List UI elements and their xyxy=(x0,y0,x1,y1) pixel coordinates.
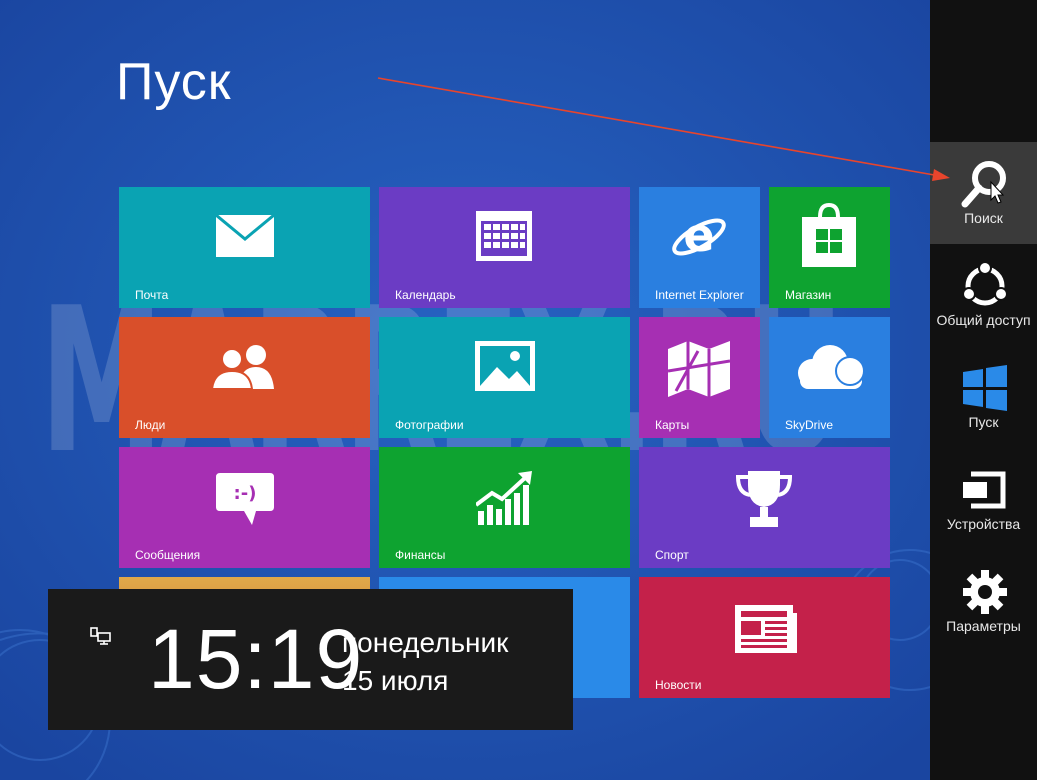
svg-text:e: e xyxy=(683,208,714,262)
cloud-icon xyxy=(798,345,865,389)
tile-internet-explorer[interactable]: e Internet Explorer xyxy=(639,187,760,308)
photos-icon xyxy=(475,341,535,391)
chat-bubble-icon: :-) xyxy=(216,473,274,525)
mail-icon xyxy=(216,215,274,257)
maps-icon xyxy=(668,341,730,397)
news-icon xyxy=(735,605,797,653)
people-icon xyxy=(212,345,274,389)
tile-label: Internet Explorer xyxy=(655,288,744,302)
charm-label: Поиск xyxy=(964,210,1003,226)
charm-settings[interactable]: Параметры xyxy=(930,550,1037,652)
charms-bar: Поиск Общий доступ Пуск Устройства Парам… xyxy=(930,0,1037,780)
trophy-icon xyxy=(736,471,792,527)
tile-photos[interactable]: Фотографии xyxy=(379,317,630,438)
gear-icon xyxy=(963,570,1007,614)
windows-logo-icon xyxy=(963,365,1007,411)
tile-label: Почта xyxy=(135,288,169,302)
charm-label: Устройства xyxy=(946,516,1021,532)
tile-label: Фотографии xyxy=(395,418,464,432)
tile-skydrive[interactable]: SkyDrive xyxy=(769,317,890,438)
tile-label: Магазин xyxy=(785,288,832,302)
charm-label: Пуск xyxy=(968,414,999,430)
clock-time: 15:19 xyxy=(148,612,364,706)
tile-label: Люди xyxy=(135,418,166,432)
charm-devices[interactable]: Устройства xyxy=(930,448,1037,550)
tile-label: Календарь xyxy=(395,288,456,302)
tile-calendar[interactable]: Календарь xyxy=(379,187,630,308)
clock-date: 15 июля xyxy=(342,665,449,696)
charm-label: Параметры xyxy=(946,618,1021,634)
tile-label: Спорт xyxy=(655,548,689,562)
share-icon xyxy=(962,262,1008,306)
tile-sport[interactable]: Спорт xyxy=(639,447,890,568)
tile-label: SkyDrive xyxy=(785,418,834,432)
search-icon xyxy=(961,161,1006,208)
devices-icon xyxy=(963,471,1006,509)
finance-chart-icon xyxy=(476,471,532,525)
store-icon xyxy=(802,203,856,267)
network-icon xyxy=(90,627,111,645)
tile-people[interactable]: Люди xyxy=(119,317,370,438)
tile-news[interactable]: Новости xyxy=(639,577,890,698)
tile-label: Карты xyxy=(655,418,690,432)
tile-maps[interactable]: Карты xyxy=(639,317,760,438)
tile-store[interactable]: Магазин xyxy=(769,187,890,308)
tile-label: Финансы xyxy=(395,548,446,562)
tile-messaging[interactable]: :-) Сообщения xyxy=(119,447,370,568)
calendar-icon xyxy=(476,211,532,261)
internet-explorer-icon: e xyxy=(672,208,726,262)
clock-day: понедельник xyxy=(342,627,509,658)
page-title: Пуск xyxy=(116,53,232,111)
charm-label: Общий доступ xyxy=(936,312,1031,328)
clock-overlay: 15:19 понедельник 15 июля xyxy=(48,589,573,730)
tile-label: Сообщения xyxy=(135,548,201,562)
charm-share[interactable]: Общий доступ xyxy=(930,244,1037,346)
charm-search[interactable]: Поиск xyxy=(930,142,1037,244)
tile-finance[interactable]: Финансы xyxy=(379,447,630,568)
emoticon-text: :-) xyxy=(234,483,257,504)
charm-start[interactable]: Пуск xyxy=(930,346,1037,448)
tile-mail[interactable]: Почта xyxy=(119,187,370,308)
tile-label: Новости xyxy=(655,678,702,692)
